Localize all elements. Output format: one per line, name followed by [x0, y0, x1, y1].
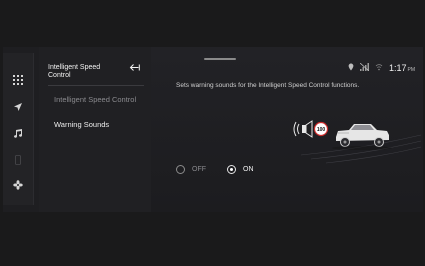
settings-menu: Intelligent Speed Control Intelligent Sp…: [39, 47, 151, 212]
menu-item-intelligent-speed-control[interactable]: Intelligent Speed Control: [54, 95, 144, 104]
speed-warning-illustration: 100: [291, 107, 422, 167]
speed-limit-value: 100: [317, 127, 326, 133]
speaker-icon: [302, 120, 313, 138]
radio-on[interactable]: [227, 165, 236, 174]
option-on-label: ON: [243, 166, 254, 173]
back-arrow-icon[interactable]: [127, 63, 141, 75]
content-panel: 1:17PM Sets warning sounds for the Intel…: [151, 47, 423, 212]
time-ampm: PM: [407, 67, 416, 73]
navigation-icon[interactable]: [9, 100, 27, 114]
signal-icon: [359, 62, 370, 73]
sound-waves-icon: [293, 121, 300, 137]
display-screen: Intelligent Speed Control Intelligent Sp…: [3, 47, 423, 212]
clock-time: 1:17PM: [389, 63, 415, 73]
speed-limit-sign-icon: 100: [313, 121, 329, 137]
side-rail: [3, 53, 34, 205]
time-value: 1:17: [388, 63, 407, 73]
option-off[interactable]: OFF: [176, 165, 206, 174]
apps-icon[interactable]: [9, 73, 27, 87]
option-on[interactable]: ON: [227, 165, 254, 174]
head-unit-bezel: Intelligent Speed Control Intelligent Sp…: [0, 0, 425, 266]
fan-icon[interactable]: [9, 178, 27, 192]
description-text: Sets warning sounds for the Intelligent …: [176, 82, 360, 89]
menu-item-warning-sounds[interactable]: Warning Sounds: [54, 120, 144, 129]
radio-off[interactable]: [176, 165, 185, 174]
wifi-icon: [375, 63, 383, 73]
menu-title: Intelligent Speed Control: [48, 64, 101, 79]
pickup-truck-icon: [332, 124, 392, 150]
music-icon[interactable]: [9, 126, 27, 140]
status-bar: 1:17PM: [348, 62, 415, 73]
location-icon: [348, 63, 354, 73]
phone-icon: [9, 153, 27, 167]
drag-handle[interactable]: [204, 58, 236, 60]
option-off-label: OFF: [192, 166, 206, 173]
menu-divider: [48, 85, 144, 86]
